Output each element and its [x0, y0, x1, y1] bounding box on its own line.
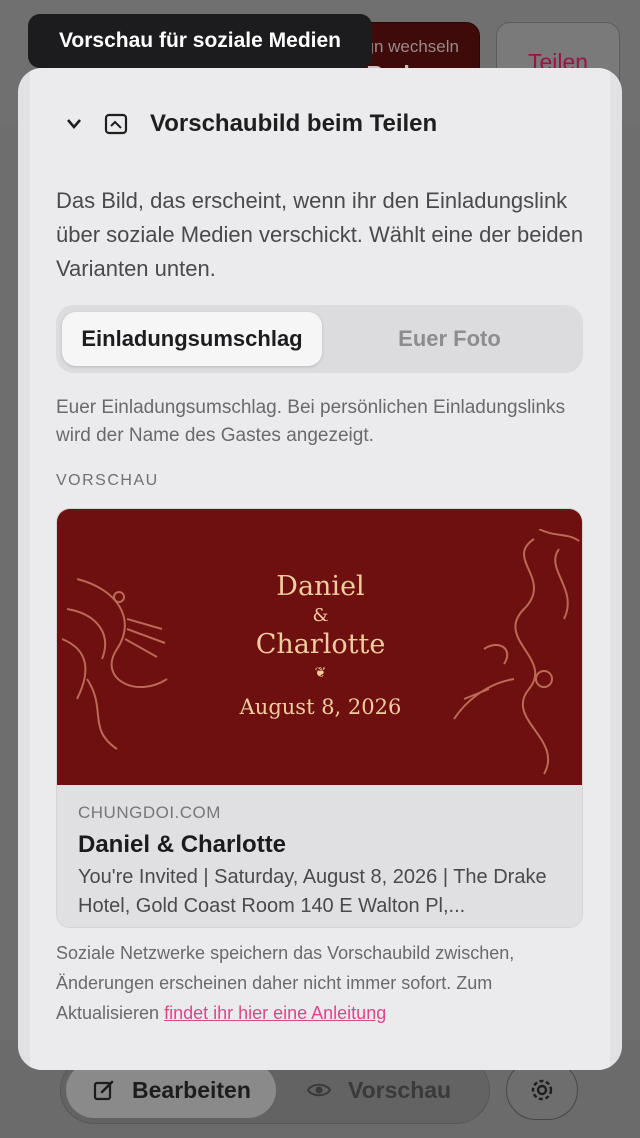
- link-preview-card: Daniel & Charlotte ❦ August 8, 2026 CHUN…: [56, 508, 583, 928]
- preview-title: Daniel & Charlotte: [78, 831, 287, 858]
- sheet-content: Vorschaubild beim Teilen Das Bild, das e…: [30, 68, 610, 1070]
- preview-label: VORSCHAU: [56, 472, 159, 489]
- gear-icon: [531, 1079, 553, 1101]
- segment-envelope[interactable]: Einladungsumschlag: [62, 312, 322, 366]
- card-ampersand: &: [312, 605, 329, 626]
- segment-photo[interactable]: Euer Foto: [322, 312, 577, 366]
- card-name-1: Daniel: [276, 571, 365, 602]
- section-description: Das Bild, das erscheint, wenn ihr den Ei…: [56, 188, 584, 281]
- variant-segmented-control: Einladungsumschlag Euer Foto: [56, 305, 583, 373]
- tab-preview-label: Vorschau: [348, 1076, 452, 1103]
- preview-image: Daniel & Charlotte ❦ August 8, 2026: [57, 509, 582, 785]
- tab-preview[interactable]: Vorschau: [306, 1062, 451, 1118]
- section-header[interactable]: Vorschaubild beim Teilen: [66, 110, 437, 138]
- preview-domain: CHUNGDOI.COM: [78, 803, 221, 822]
- chevron-down-icon: [67, 119, 81, 129]
- card-name-2: Charlotte: [255, 629, 386, 660]
- variant-hint: Euer Einladungsumschlag. Bei persönliche…: [56, 397, 566, 446]
- card-date: August 8, 2026: [239, 695, 402, 719]
- preview-description: You're Invited | Saturday, August 8, 202…: [78, 866, 547, 917]
- cache-note: Soziale Netzwerke speichern das Vorschau…: [56, 938, 596, 1028]
- tab-edit[interactable]: Bearbeiten: [66, 1062, 276, 1118]
- tab-edit-label: Bearbeiten: [132, 1076, 251, 1103]
- eye-icon: [306, 1083, 332, 1097]
- tooltip: Vorschau für soziale Medien: [28, 14, 372, 68]
- section-title: Vorschaubild beim Teilen: [150, 110, 438, 137]
- image-icon: [104, 113, 128, 135]
- edit-icon: [93, 1080, 114, 1101]
- preview-meta: CHUNGDOI.COM Daniel & Charlotte You're I…: [78, 803, 568, 921]
- social-preview-sheet: Vorschaubild beim Teilen Das Bild, das e…: [18, 68, 622, 1070]
- ornament-icon: ❦: [314, 665, 327, 681]
- guide-link[interactable]: findet ihr hier eine Anleitung: [164, 1003, 386, 1023]
